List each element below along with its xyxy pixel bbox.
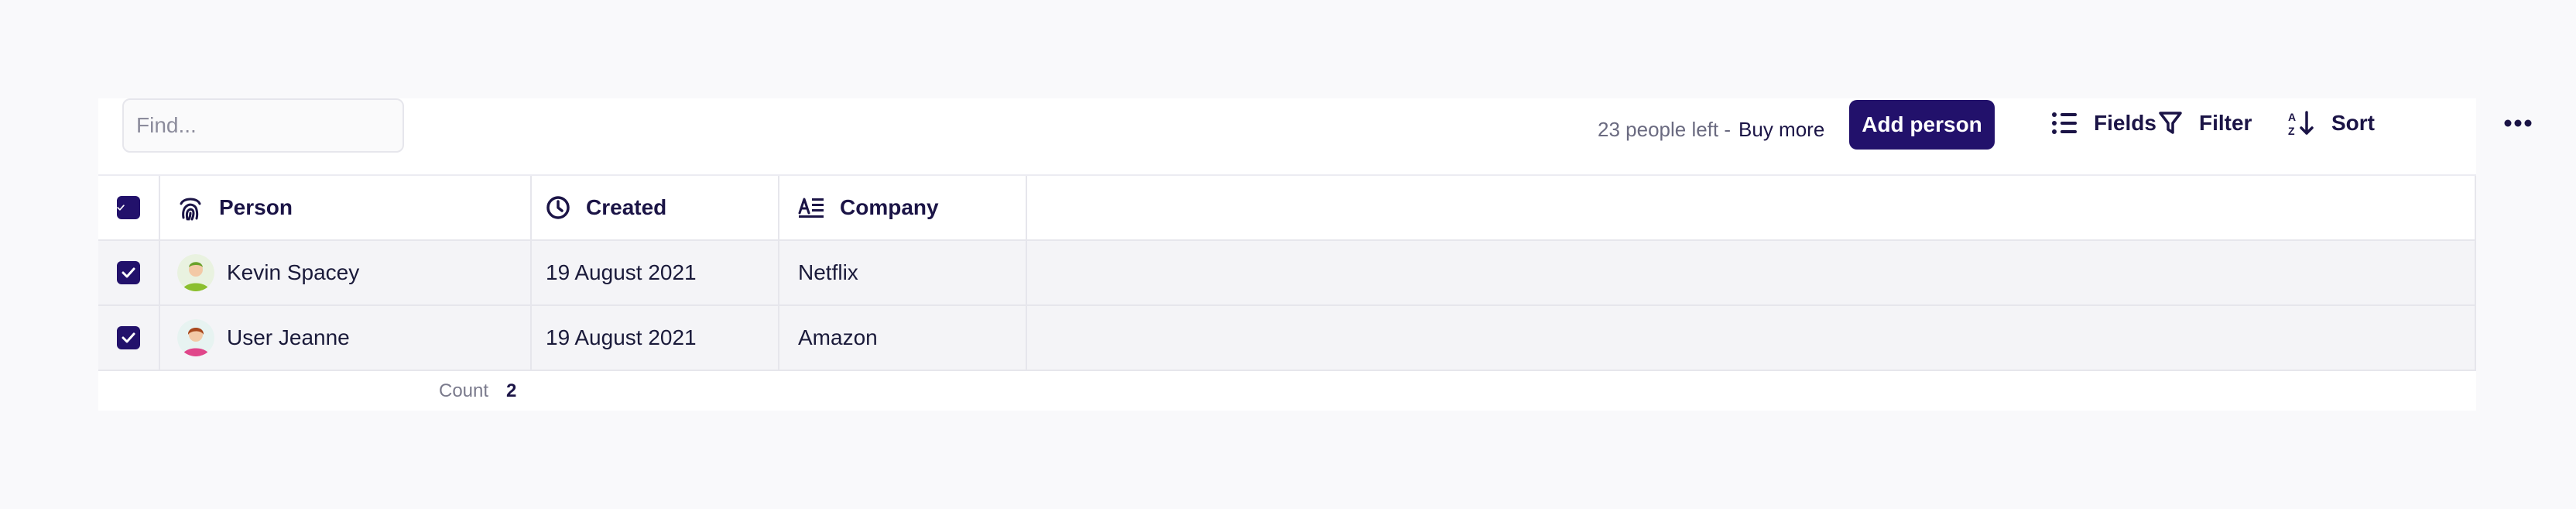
check-icon [122, 332, 135, 343]
search-input[interactable] [122, 98, 404, 153]
sort-az-icon: A Z [2288, 111, 2314, 136]
check-icon [117, 205, 125, 211]
person-name: Kevin Spacey [227, 260, 360, 284]
fingerprint-icon [180, 198, 201, 221]
more-horizontal-icon [2504, 119, 2532, 127]
more-options-button[interactable] [2504, 105, 2549, 142]
company-cell[interactable]: Amazon [779, 306, 1027, 370]
created-date: 19 August 2021 [546, 325, 697, 349]
table-row[interactable]: Kevin Spacey 19 August 2021 Netflix [98, 241, 2476, 306]
row-checkbox[interactable] [117, 261, 140, 284]
select-all-cell [98, 176, 160, 239]
column-header-person[interactable]: Person [160, 176, 532, 239]
check-icon [122, 267, 135, 278]
sort-label: Sort [2331, 111, 2375, 135]
created-cell[interactable]: 19 August 2021 [532, 306, 779, 370]
created-cell[interactable]: 19 August 2021 [532, 241, 779, 304]
company-cell[interactable]: Netflix [779, 241, 1027, 304]
fields-label: Fields [2094, 111, 2156, 135]
empty-column-header [1027, 176, 2476, 239]
column-header-created[interactable]: Created [532, 176, 779, 239]
column-header-company[interactable]: Company [779, 176, 1027, 239]
svg-text:A: A [2288, 111, 2296, 123]
empty-cell [1027, 306, 2476, 370]
count-label: Count [439, 380, 489, 401]
row-checkbox[interactable] [117, 326, 140, 349]
row-checkbox-cell [98, 306, 160, 370]
avatar [177, 254, 214, 291]
filter-button[interactable]: Filter [2159, 105, 2252, 142]
person-name: User Jeanne [227, 325, 350, 349]
svg-text:Z: Z [2288, 125, 2295, 136]
company-name: Netflix [798, 260, 858, 284]
created-date: 19 August 2021 [546, 260, 697, 284]
people-table-panel: 23 people left - Buy more Add person Fiel… [98, 98, 2532, 411]
column-label-person: Person [219, 195, 293, 219]
people-table: Person Created Company Kevin Spacey 19 A… [98, 176, 2476, 371]
add-person-button[interactable]: Add person [1849, 100, 1995, 150]
count-value: 2 [506, 380, 517, 401]
list-icon [2052, 112, 2077, 134]
select-all-checkbox[interactable] [117, 196, 140, 219]
table-footer: Count 2 [98, 371, 2476, 410]
avatar [177, 319, 214, 356]
buy-more-link[interactable]: Buy more [1738, 118, 1824, 141]
table-toolbar: 23 people left - Buy more Add person Fiel… [98, 98, 2532, 176]
text-align-icon [798, 198, 824, 218]
sort-button[interactable]: A Z Sort [2288, 105, 2375, 142]
column-label-company: Company [840, 195, 939, 219]
table-header-row: Person Created Company [98, 176, 2476, 241]
clock-icon [546, 196, 570, 219]
quota-info: 23 people left - Buy more [1598, 115, 1824, 143]
person-cell[interactable]: Kevin Spacey [160, 241, 532, 304]
row-checkbox-cell [98, 241, 160, 304]
filter-label: Filter [2199, 111, 2252, 135]
company-name: Amazon [798, 325, 878, 349]
quota-text: 23 people left - [1598, 118, 1732, 141]
filter-icon [2159, 112, 2182, 134]
person-cell[interactable]: User Jeanne [160, 306, 532, 370]
fields-button[interactable]: Fields [2052, 105, 2156, 142]
table-row[interactable]: User Jeanne 19 August 2021 Amazon [98, 306, 2476, 371]
empty-cell [1027, 241, 2476, 304]
column-label-created: Created [586, 195, 667, 219]
